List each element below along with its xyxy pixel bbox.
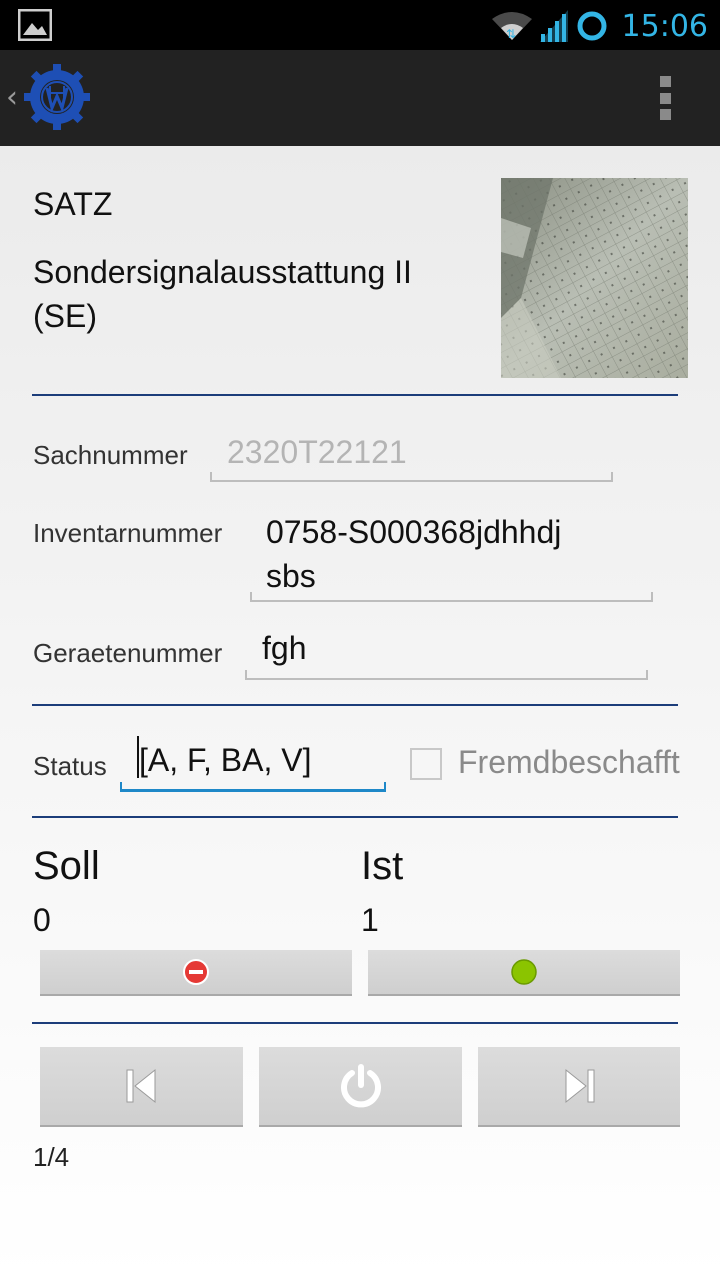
fremdbeschafft-label[interactable]: Fremdbeschafft [458, 744, 680, 781]
status-label: Status [33, 751, 107, 781]
divider [32, 704, 678, 706]
confirm-ist-button[interactable] [368, 950, 680, 996]
skip-previous-icon [126, 1068, 155, 1104]
divider [32, 816, 678, 818]
satz-name: Sondersignalausstattung II (SE) [33, 254, 412, 334]
overflow-menu-icon[interactable] [650, 76, 680, 120]
signal-icon [539, 10, 568, 42]
inventarnummer-field[interactable]: 0758-S000368jdhhdjsbs [266, 510, 566, 598]
green-dot-icon [511, 959, 537, 985]
decrement-button[interactable] [40, 950, 352, 996]
sachnummer-field: 2320T22121 [227, 434, 407, 470]
inventarnummer-label: Inventarnummer [33, 518, 223, 548]
inventarnummer-underline [250, 592, 653, 602]
ist-label: Ist [361, 844, 404, 888]
sachnummer-underline [210, 472, 613, 482]
gallery-icon [18, 9, 52, 41]
skip-next-icon [565, 1068, 595, 1104]
satz-label: SATZ [33, 186, 113, 222]
geraetenummer-field[interactable]: fgh [262, 630, 306, 667]
status-field[interactable]: [A, F, BA, V] [139, 742, 312, 779]
geraetenummer-underline [245, 670, 648, 680]
soll-value: 0 [33, 902, 51, 938]
app-logo-icon[interactable] [24, 64, 90, 130]
sync-icon [577, 11, 607, 41]
geraetenummer-label: Geraetenummer [33, 638, 223, 668]
up-navigation-icon[interactable]: ‹ [6, 80, 18, 115]
status-bar: ⇅ 15:06 [0, 0, 720, 50]
fremdbeschafft-checkbox[interactable] [410, 748, 442, 780]
wifi-icon: ⇅ [491, 12, 532, 41]
previous-button[interactable] [40, 1047, 243, 1127]
ist-value: 1 [361, 902, 379, 938]
status-underline [120, 782, 386, 792]
power-button[interactable] [259, 1047, 462, 1127]
divider [32, 1022, 678, 1024]
action-bar: ‹ [0, 50, 720, 146]
divider [32, 394, 678, 396]
minus-circle-icon [183, 959, 209, 985]
detail-content: SATZ Sondersignalausstattung II (SE) Sac… [0, 146, 720, 1280]
sachnummer-label: Sachnummer [33, 440, 188, 470]
soll-label: Soll [33, 844, 100, 888]
svg-text:⇅: ⇅ [506, 27, 516, 41]
next-button[interactable] [478, 1047, 680, 1127]
power-icon [340, 1064, 381, 1108]
clock: 15:06 [621, 8, 708, 44]
item-photo[interactable] [501, 178, 688, 378]
page-indicator: 1/4 [33, 1142, 70, 1172]
